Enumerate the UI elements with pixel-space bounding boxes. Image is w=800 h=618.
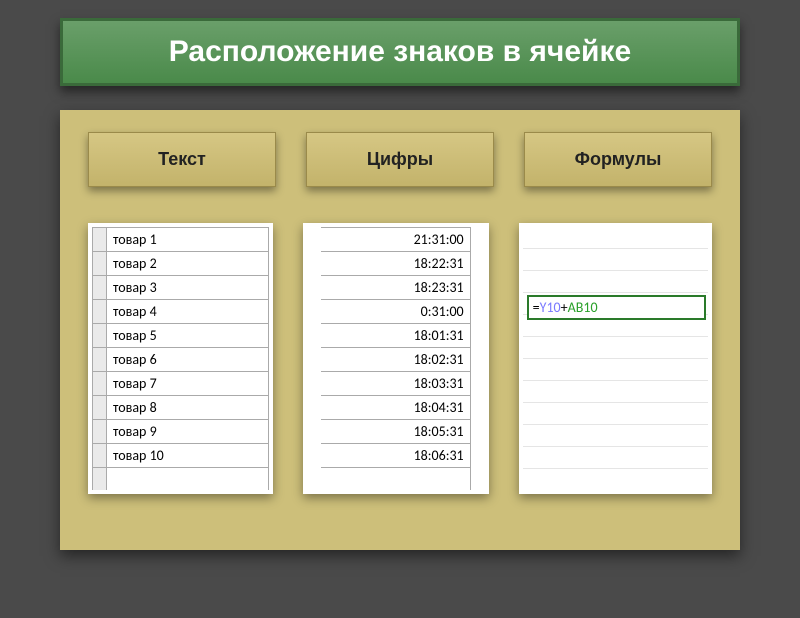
text-table: товар 1 товар 2 товар 3 товар 4 товар 5 …	[88, 223, 273, 494]
table-row: 18:23:31	[321, 276, 470, 300]
table-row: товар 8	[93, 396, 269, 420]
formula-table: =Y10+AB10	[519, 223, 712, 494]
tables-row: товар 1 товар 2 товар 3 товар 4 товар 5 …	[88, 223, 712, 494]
header-text: Текст	[88, 132, 276, 187]
column-headers: Текст Цифры Формулы	[88, 132, 712, 187]
table-row: 18:06:31	[321, 444, 470, 468]
table-row: 18:22:31	[321, 252, 470, 276]
table-row: товар 1	[93, 228, 269, 252]
page-title: Расположение знаков в ячейке	[60, 18, 740, 86]
table-row: 18:01:31	[321, 324, 470, 348]
table-row: 18:04:31	[321, 396, 470, 420]
table-row: товар 3	[93, 276, 269, 300]
table-row: 18:05:31	[321, 420, 470, 444]
cell-ref-2: AB10	[568, 299, 598, 316]
plus-sign: +	[561, 299, 568, 316]
header-numbers: Цифры	[306, 132, 494, 187]
table-row: 18:03:31	[321, 372, 470, 396]
table-row: товар 10	[93, 444, 269, 468]
table-row: 0:31:00	[321, 300, 470, 324]
table-row	[93, 468, 269, 490]
header-formulas: Формулы	[524, 132, 712, 187]
table-row: 18:02:31	[321, 348, 470, 372]
table-row: товар 4	[93, 300, 269, 324]
numbers-table: 21:31:00 18:22:31 18:23:31 0:31:00 18:01…	[303, 223, 488, 494]
table-row: товар 6	[93, 348, 269, 372]
table-row: товар 5	[93, 324, 269, 348]
table-row	[321, 468, 470, 490]
table-row: 21:31:00	[321, 228, 470, 252]
content-panel: Текст Цифры Формулы товар 1 товар 2 това…	[60, 110, 740, 550]
table-row: товар 9	[93, 420, 269, 444]
table-row: товар 7	[93, 372, 269, 396]
formula-cell[interactable]: =Y10+AB10	[527, 295, 706, 320]
table-row: товар 2	[93, 252, 269, 276]
cell-ref-1: Y10	[540, 299, 561, 316]
equals-sign: =	[533, 299, 540, 316]
